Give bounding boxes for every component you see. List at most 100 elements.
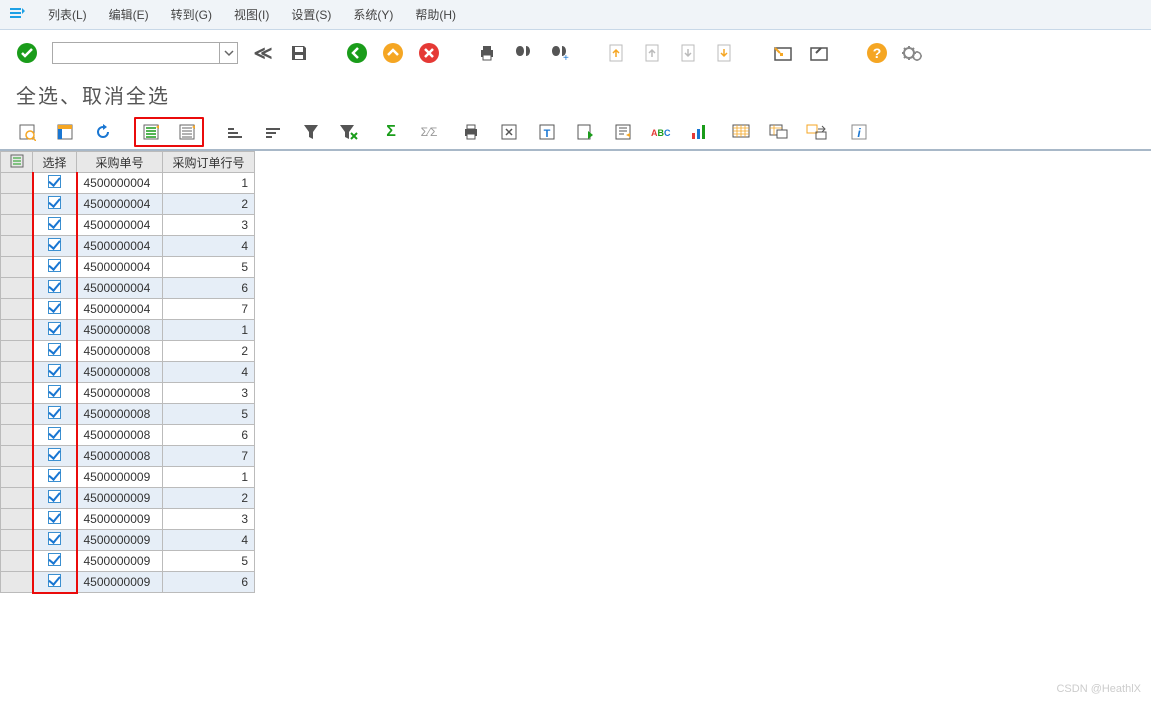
table-row[interactable]: 45000000042 (1, 194, 255, 215)
row-header[interactable] (1, 320, 33, 341)
row-header[interactable] (1, 467, 33, 488)
checkbox-icon[interactable] (48, 196, 61, 209)
graphic-icon[interactable] (688, 121, 710, 143)
cancel-icon[interactable] (418, 42, 440, 64)
help-icon[interactable]: ? (866, 42, 888, 64)
select-cell[interactable] (33, 551, 77, 572)
table-row[interactable]: 45000000041 (1, 173, 255, 194)
first-page-icon[interactable] (606, 42, 628, 64)
col-po-header[interactable]: 采购单号 (77, 152, 163, 173)
choose-layout-icon[interactable] (730, 121, 752, 143)
layout-icon[interactable] (54, 121, 76, 143)
table-row[interactable]: 45000000093 (1, 509, 255, 530)
col-line-header[interactable]: 采购订单行号 (163, 152, 255, 173)
select-cell[interactable] (33, 236, 77, 257)
select-all-icon[interactable] (140, 121, 162, 143)
select-cell[interactable] (33, 299, 77, 320)
row-header[interactable] (1, 341, 33, 362)
select-cell[interactable] (33, 257, 77, 278)
select-cell[interactable] (33, 278, 77, 299)
table-row[interactable]: 45000000046 (1, 278, 255, 299)
command-input[interactable] (52, 42, 220, 64)
new-session-icon[interactable] (772, 42, 794, 64)
table-row[interactable]: 45000000047 (1, 299, 255, 320)
select-cell[interactable] (33, 341, 77, 362)
checkbox-icon[interactable] (48, 175, 61, 188)
table-row[interactable]: 45000000095 (1, 551, 255, 572)
checkbox-icon[interactable] (48, 322, 61, 335)
next-page-icon[interactable] (678, 42, 700, 64)
checkbox-icon[interactable] (48, 238, 61, 251)
checkbox-icon[interactable] (48, 385, 61, 398)
row-header[interactable] (1, 257, 33, 278)
table-row[interactable]: 45000000087 (1, 446, 255, 467)
print2-icon[interactable] (460, 121, 482, 143)
row-header[interactable] (1, 362, 33, 383)
select-cell[interactable] (33, 404, 77, 425)
table-row[interactable]: 45000000096 (1, 572, 255, 593)
menu-help[interactable]: 帮助(H) (415, 6, 456, 23)
menu-settings[interactable]: 设置(S) (291, 6, 331, 23)
abc-icon[interactable]: ABC (650, 121, 672, 143)
details-icon[interactable] (16, 121, 38, 143)
find-next-icon[interactable]: + (548, 42, 570, 64)
refresh-icon[interactable] (92, 121, 114, 143)
checkbox-icon[interactable] (48, 280, 61, 293)
row-header[interactable] (1, 488, 33, 509)
row-header[interactable] (1, 509, 33, 530)
checkbox-icon[interactable] (48, 406, 61, 419)
row-header[interactable] (1, 530, 33, 551)
col-select-header[interactable]: 选择 (33, 152, 77, 173)
menu-goto[interactable]: 转到(G) (171, 6, 212, 23)
select-cell[interactable] (33, 362, 77, 383)
checkbox-icon[interactable] (48, 469, 61, 482)
sort-asc-icon[interactable] (224, 121, 246, 143)
menu-system[interactable]: 系统(Y) (353, 6, 393, 23)
table-row[interactable]: 45000000043 (1, 215, 255, 236)
select-cell[interactable] (33, 572, 77, 593)
select-cell[interactable] (33, 530, 77, 551)
menu-edit[interactable]: 编辑(E) (109, 6, 149, 23)
checkbox-icon[interactable] (48, 553, 61, 566)
row-header[interactable] (1, 278, 33, 299)
last-page-icon[interactable] (714, 42, 736, 64)
deselect-all-icon[interactable] (176, 121, 198, 143)
checkbox-icon[interactable] (48, 448, 61, 461)
customize-icon[interactable] (902, 42, 924, 64)
select-cell[interactable] (33, 215, 77, 236)
back-icon[interactable]: ≪ (252, 42, 274, 64)
table-row[interactable]: 45000000045 (1, 257, 255, 278)
table-row[interactable]: 45000000083 (1, 383, 255, 404)
select-cell[interactable] (33, 320, 77, 341)
select-cell[interactable] (33, 446, 77, 467)
sum-icon[interactable]: Σ (380, 121, 402, 143)
row-header[interactable] (1, 383, 33, 404)
row-header[interactable] (1, 572, 33, 593)
enter-icon[interactable] (16, 42, 38, 64)
table-row[interactable]: 45000000044 (1, 236, 255, 257)
clear-filter-icon[interactable] (338, 121, 360, 143)
checkbox-icon[interactable] (48, 427, 61, 440)
checkbox-icon[interactable] (48, 511, 61, 524)
checkbox-icon[interactable] (48, 490, 61, 503)
table-row[interactable]: 45000000084 (1, 362, 255, 383)
generate-shortcut-icon[interactable] (808, 42, 830, 64)
checkbox-icon[interactable] (48, 301, 61, 314)
row-header[interactable] (1, 236, 33, 257)
chevron-down-icon[interactable] (220, 42, 238, 64)
info-icon[interactable]: i (848, 121, 870, 143)
select-cell[interactable] (33, 488, 77, 509)
subtotal-icon[interactable]: Σ⁄Σ (418, 121, 440, 143)
row-header[interactable] (1, 173, 33, 194)
checkbox-icon[interactable] (48, 574, 61, 587)
print-icon[interactable] (476, 42, 498, 64)
row-header[interactable] (1, 425, 33, 446)
export-local-icon[interactable] (574, 121, 596, 143)
up-icon[interactable] (382, 42, 404, 64)
checkbox-icon[interactable] (48, 364, 61, 377)
row-header[interactable] (1, 551, 33, 572)
row-header[interactable] (1, 194, 33, 215)
select-cell[interactable] (33, 509, 77, 530)
prev-page-icon[interactable] (642, 42, 664, 64)
change-layout-icon[interactable] (768, 121, 790, 143)
